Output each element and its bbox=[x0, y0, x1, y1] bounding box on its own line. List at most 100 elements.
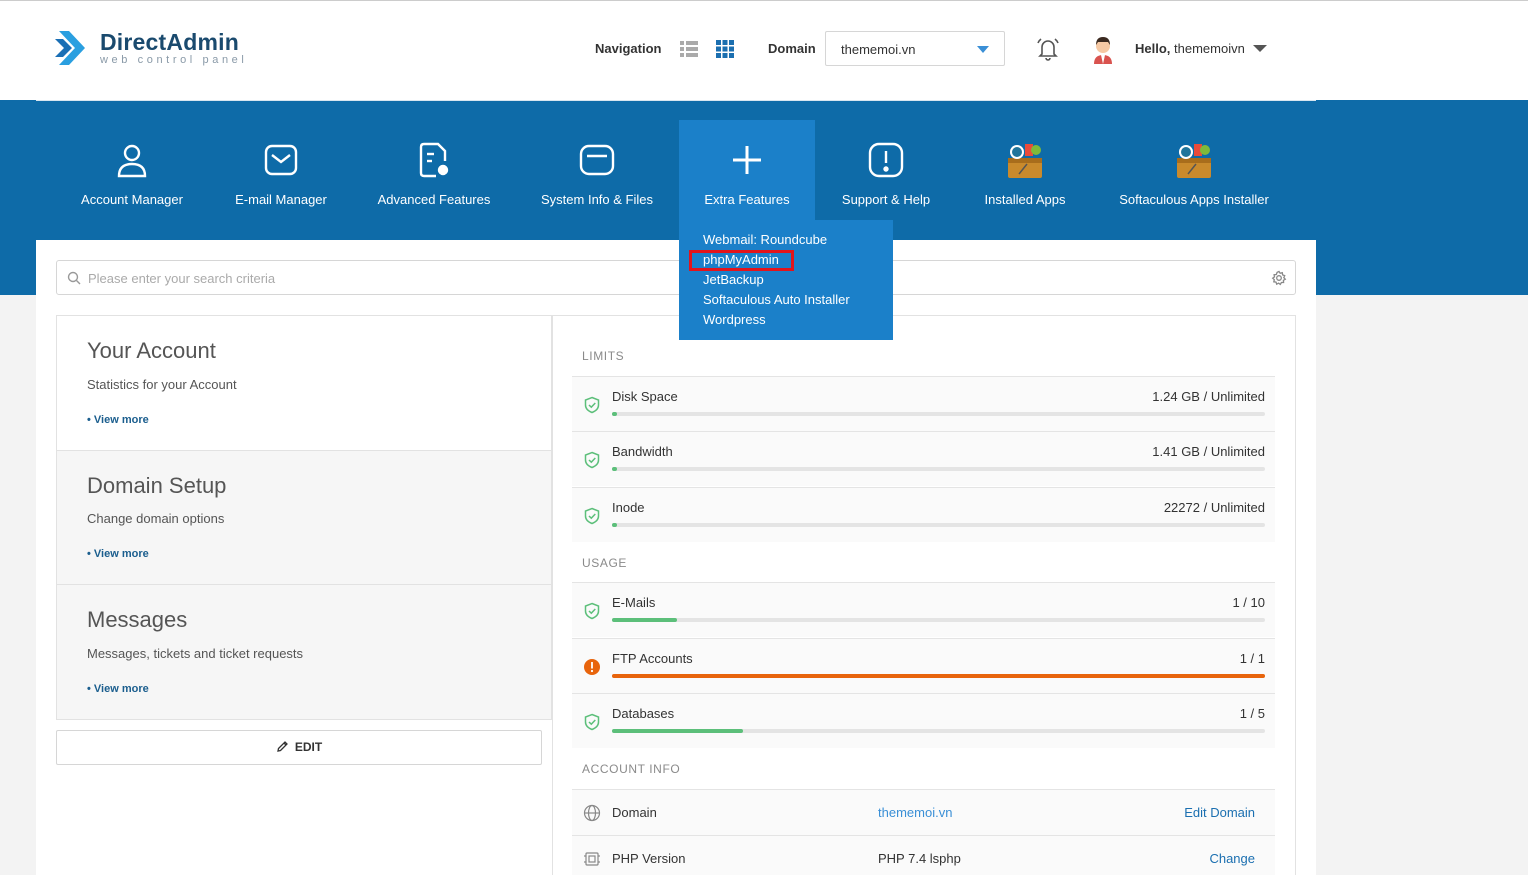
card-your-account: Your Account Statistics for your Account… bbox=[56, 315, 552, 451]
menu-item-softaculous-auto-installer[interactable]: Softaculous Auto Installer bbox=[703, 292, 850, 307]
usage-amount: 1 / 5 bbox=[1239, 706, 1265, 721]
nav-softaculous-apps-installer[interactable]: Softaculous Apps Installer bbox=[1110, 120, 1278, 220]
navigation-label: Navigation bbox=[595, 41, 662, 56]
limit-amount: 22272 / Unlimited bbox=[1163, 500, 1265, 515]
user-avatar[interactable] bbox=[1089, 34, 1117, 64]
info-name: Domain bbox=[612, 805, 657, 820]
folder-icon bbox=[577, 140, 617, 180]
progress-bar bbox=[612, 674, 1265, 678]
domain-select[interactable]: thememoi.vn bbox=[825, 31, 1005, 66]
change-php-link[interactable]: Change bbox=[1209, 851, 1255, 866]
info-row-php-version: PHP Version PHP 7.4 lsphp Change bbox=[572, 835, 1275, 875]
pencil-icon bbox=[276, 733, 289, 752]
card-description: Change domain options bbox=[87, 511, 225, 526]
gear-icon[interactable] bbox=[1271, 270, 1287, 286]
usage-name: Databases bbox=[612, 706, 675, 721]
progress-fill bbox=[612, 467, 618, 471]
domain-label: Domain bbox=[768, 41, 816, 56]
nav-email-manager[interactable]: E-mail Manager bbox=[221, 120, 341, 220]
logo-subtitle: web control panel bbox=[100, 54, 248, 66]
progress-fill bbox=[612, 729, 743, 733]
php-version-value: PHP 7.4 lsphp bbox=[878, 851, 961, 866]
nav-system-info-files[interactable]: System Info & Files bbox=[537, 120, 657, 220]
progress-fill bbox=[612, 412, 618, 416]
shield-check-icon bbox=[583, 713, 601, 731]
menu-item-jetbackup[interactable]: JetBackup bbox=[703, 272, 764, 287]
domain-select-value: thememoi.vn bbox=[841, 42, 916, 57]
nav-label: Support & Help bbox=[841, 192, 931, 207]
document-gear-icon bbox=[414, 140, 454, 180]
nav-label: E-mail Manager bbox=[235, 192, 327, 207]
globe-icon bbox=[583, 804, 601, 822]
edit-domain-link[interactable]: Edit Domain bbox=[1184, 805, 1255, 820]
username: thememoivn bbox=[1174, 41, 1245, 56]
directadmin-logo[interactable]: DirectAdmin web control panel bbox=[55, 27, 247, 69]
nav-extra-features[interactable]: Extra Features bbox=[679, 120, 815, 220]
section-usage-heading: USAGE bbox=[582, 556, 628, 570]
shield-check-icon bbox=[583, 451, 601, 469]
card-title: Messages bbox=[87, 607, 188, 632]
card-messages: Messages Messages, tickets and ticket re… bbox=[56, 584, 552, 720]
logo-mark-icon bbox=[55, 27, 93, 69]
progress-bar bbox=[612, 467, 1265, 471]
grid-view-icon[interactable] bbox=[715, 39, 735, 59]
shield-check-icon bbox=[583, 507, 601, 525]
nav-account-manager[interactable]: Account Manager bbox=[72, 120, 192, 220]
edit-button[interactable]: EDIT bbox=[56, 730, 542, 765]
user-menu-caret-icon[interactable] bbox=[1253, 45, 1267, 52]
progress-bar bbox=[612, 412, 1265, 416]
shield-check-icon bbox=[583, 396, 601, 414]
limit-name: Inode bbox=[612, 500, 645, 515]
logo-brand: DirectAdmin bbox=[100, 29, 239, 55]
envelope-icon bbox=[261, 140, 301, 180]
progress-fill bbox=[612, 674, 1265, 678]
usage-row-databases: Databases 1 / 5 bbox=[572, 693, 1275, 748]
card-description: Statistics for your Account bbox=[87, 377, 237, 392]
user-icon bbox=[112, 140, 152, 180]
view-more-link[interactable]: • View more bbox=[87, 548, 149, 560]
domain-link[interactable]: thememoi.vn bbox=[878, 805, 952, 820]
user-greeting[interactable]: Hello, thememoivn bbox=[1135, 41, 1245, 56]
extra-features-dropdown: Webmail: Roundcube phpMyAdmin JetBackup … bbox=[679, 220, 893, 340]
info-name: PHP Version bbox=[612, 851, 686, 866]
search-bar[interactable]: Please enter your search criteria bbox=[56, 260, 1296, 295]
card-description: Messages, tickets and ticket requests bbox=[87, 646, 304, 661]
nav-support-help[interactable]: Support & Help bbox=[836, 120, 936, 220]
menu-item-webmail-roundcube[interactable]: Webmail: Roundcube bbox=[703, 232, 827, 247]
warning-circle-icon bbox=[583, 658, 601, 676]
card-domain-setup: Domain Setup Change domain options • Vie… bbox=[56, 450, 552, 585]
view-more-link[interactable]: • View more bbox=[87, 683, 149, 695]
menu-item-wordpress[interactable]: Wordpress bbox=[703, 312, 766, 327]
limit-row-disk-space: Disk Space 1.24 GB / Unlimited bbox=[572, 376, 1275, 431]
limit-row-inode: Inode 22272 / Unlimited bbox=[572, 487, 1275, 542]
progress-bar bbox=[612, 618, 1265, 622]
limit-name: Bandwidth bbox=[612, 444, 673, 459]
edit-label: EDIT bbox=[294, 740, 323, 754]
info-row-domain: Domain thememoi.vn Edit Domain bbox=[572, 789, 1275, 835]
highlight-box bbox=[689, 250, 794, 271]
nav-installed-apps[interactable]: Installed Apps bbox=[975, 120, 1075, 220]
usage-row-ftp-accounts: FTP Accounts 1 / 1 bbox=[572, 638, 1275, 693]
usage-amount: 1 / 10 bbox=[1232, 595, 1265, 610]
section-limits-heading: LIMITS bbox=[582, 349, 625, 363]
nav-label: Account Manager bbox=[81, 192, 183, 207]
section-account-info-heading: ACCOUNT INFO bbox=[582, 762, 681, 776]
list-view-icon[interactable] bbox=[679, 39, 699, 59]
card-title: Domain Setup bbox=[87, 473, 227, 498]
limit-name: Disk Space bbox=[612, 389, 678, 404]
apps-box-icon bbox=[1174, 140, 1214, 180]
progress-bar bbox=[612, 523, 1265, 527]
caret-down-icon bbox=[977, 46, 989, 53]
notification-bell-icon[interactable] bbox=[1034, 35, 1062, 63]
nav-advanced-features[interactable]: Advanced Features bbox=[374, 120, 494, 220]
usage-name: E-Mails bbox=[612, 595, 656, 610]
search-icon bbox=[67, 271, 81, 285]
limit-amount: 1.24 GB / Unlimited bbox=[1152, 389, 1265, 404]
limit-row-bandwidth: Bandwidth 1.41 GB / Unlimited bbox=[572, 431, 1275, 486]
view-more-link[interactable]: • View more bbox=[87, 414, 149, 426]
chip-icon bbox=[583, 850, 601, 868]
nav-label: System Info & Files bbox=[541, 192, 653, 207]
usage-name: FTP Accounts bbox=[612, 651, 693, 666]
limit-amount: 1.41 GB / Unlimited bbox=[1152, 444, 1265, 459]
search-placeholder: Please enter your search criteria bbox=[88, 271, 276, 286]
